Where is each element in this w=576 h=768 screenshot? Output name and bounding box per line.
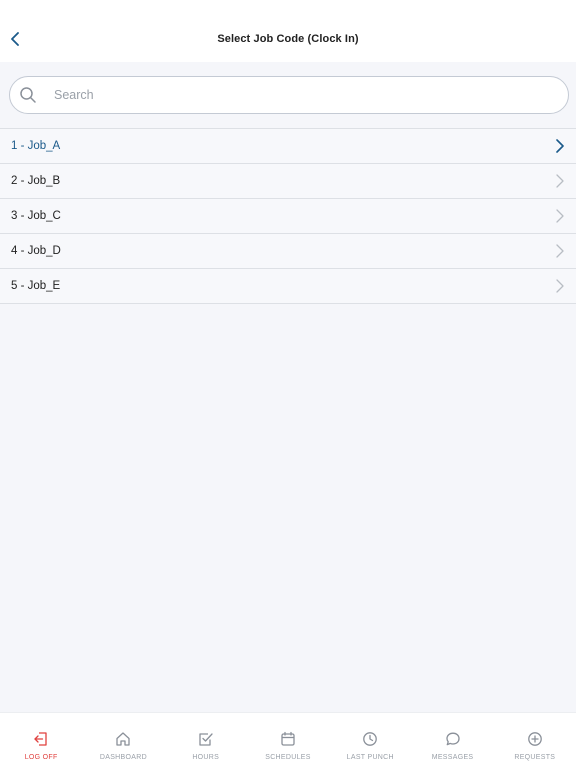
chevron-right-icon xyxy=(555,209,565,223)
log-off-icon xyxy=(33,731,49,747)
back-button[interactable] xyxy=(4,26,26,52)
chat-bubble-icon xyxy=(445,731,461,747)
checkbox-icon xyxy=(198,731,214,747)
job-label: 3 - Job_C xyxy=(11,210,61,222)
search-box[interactable] xyxy=(9,76,569,114)
job-label: 2 - Job_B xyxy=(11,175,61,187)
header: Select Job Code (Clock In) xyxy=(0,0,576,62)
home-icon xyxy=(115,731,131,747)
job-label: 4 - Job_D xyxy=(11,245,61,257)
tab-label: SCHEDULES xyxy=(265,754,311,761)
tab-label: DASHBOARD xyxy=(99,754,147,761)
tab-label: LAST PUNCH xyxy=(346,754,394,761)
clock-icon xyxy=(362,731,378,747)
search-area xyxy=(0,62,576,128)
tab-schedules[interactable]: SCHEDULES xyxy=(247,713,329,768)
tab-last-punch[interactable]: LAST PUNCH xyxy=(329,713,411,768)
job-list: 1 - Job_A 2 - Job_B 3 - Job_C 4 - Job_D … xyxy=(0,128,576,304)
tab-label: LOG OFF xyxy=(24,754,58,761)
tab-bar: LOG OFF DASHBOARD HOURS SCHEDULES LAST P… xyxy=(0,712,576,768)
job-row-1[interactable]: 1 - Job_A xyxy=(0,129,576,164)
tab-label: HOURS xyxy=(192,754,220,761)
job-row-5[interactable]: 5 - Job_E xyxy=(0,269,576,304)
job-label: 5 - Job_E xyxy=(11,280,61,292)
job-row-2[interactable]: 2 - Job_B xyxy=(0,164,576,199)
chevron-right-icon xyxy=(555,244,565,258)
app: Select Job Code (Clock In) 1 - Job_A 2 -… xyxy=(0,0,576,768)
tab-requests[interactable]: REQUESTS xyxy=(494,713,576,768)
page-title: Select Job Code (Clock In) xyxy=(217,33,359,45)
tab-log-off[interactable]: LOG OFF xyxy=(0,713,82,768)
tab-dashboard[interactable]: DASHBOARD xyxy=(82,713,164,768)
tab-hours[interactable]: HOURS xyxy=(165,713,247,768)
calendar-icon xyxy=(280,731,296,747)
tab-label: MESSAGES xyxy=(431,754,474,761)
chevron-left-icon xyxy=(11,32,19,46)
job-row-3[interactable]: 3 - Job_C xyxy=(0,199,576,234)
chevron-right-icon xyxy=(555,279,565,293)
search-icon xyxy=(19,86,37,104)
plus-circle-icon xyxy=(527,731,543,747)
tab-messages[interactable]: MESSAGES xyxy=(411,713,493,768)
chevron-right-icon xyxy=(555,139,565,153)
job-label: 1 - Job_A xyxy=(11,140,61,152)
search-input[interactable] xyxy=(54,88,534,102)
tab-label: REQUESTS xyxy=(514,754,556,761)
chevron-right-icon xyxy=(555,174,565,188)
job-row-4[interactable]: 4 - Job_D xyxy=(0,234,576,269)
